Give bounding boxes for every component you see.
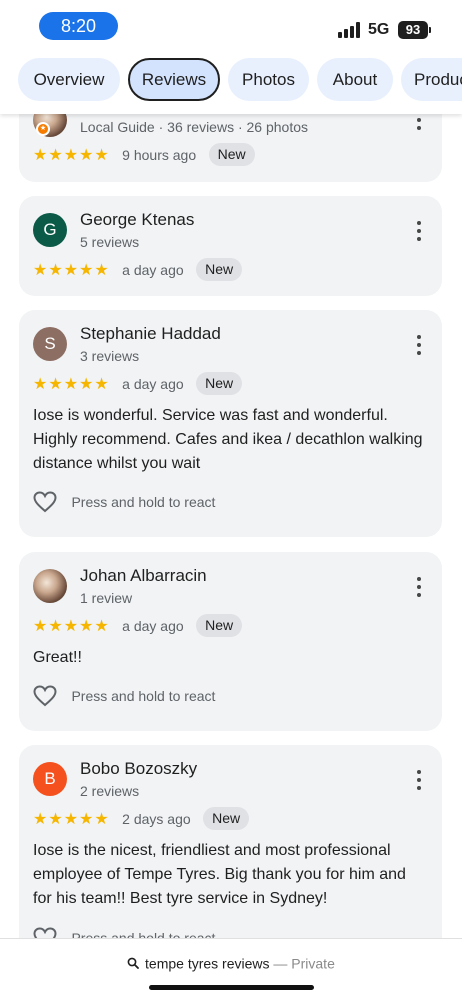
rating-row: ★★★★★ a day ago New: [33, 372, 243, 396]
private-mode-label: Private: [291, 955, 335, 972]
review-time: a day ago: [122, 617, 184, 634]
reviewer-name[interactable]: Bobo Bozoszky: [80, 759, 197, 779]
tab-products[interactable]: Products: [401, 58, 462, 101]
avatar[interactable]: [33, 569, 67, 603]
tab-photos[interactable]: Photos: [228, 58, 309, 101]
url-row[interactable]: tempe tyres reviews — Private: [0, 954, 462, 971]
search-query: tempe tyres reviews: [145, 955, 270, 972]
review-card: Johan Albarracin 1 review ★★★★★ a day ag…: [19, 552, 442, 731]
review-card: S Stephanie Haddad 3 reviews ★★★★★ a day…: [19, 310, 442, 537]
reviews-list: Local Guide · 36 reviews · 26 photos ★★★…: [0, 0, 462, 1000]
tab-overview[interactable]: Overview: [18, 58, 120, 101]
tab-reviews[interactable]: Reviews: [128, 58, 220, 101]
local-guide-badge-icon: ★: [36, 122, 50, 136]
more-vert-icon[interactable]: [416, 770, 422, 790]
reviewer-name[interactable]: George Ktenas: [80, 210, 194, 230]
review-time: a day ago: [122, 375, 184, 392]
new-badge: New: [208, 143, 255, 166]
new-badge: New: [196, 372, 243, 395]
react-button[interactable]: Press and hold to react: [33, 491, 215, 515]
signal-bars-icon: [338, 22, 362, 38]
star-rating: ★★★★★: [33, 617, 110, 635]
review-time: a day ago: [122, 261, 184, 278]
address-bar[interactable]: tempe tyres reviews — Private: [0, 938, 462, 1000]
heart-outline-icon: [33, 491, 57, 513]
star-rating: ★★★★★: [33, 261, 110, 279]
avatar[interactable]: S: [33, 327, 67, 361]
home-indicator[interactable]: [149, 985, 314, 990]
star-rating: ★★★★★: [33, 810, 110, 828]
reviewer-meta: 1 review: [80, 590, 133, 606]
status-bar: 8:20 5G 93: [0, 0, 462, 52]
url-separator: —: [273, 955, 292, 972]
status-time[interactable]: 8:20: [39, 12, 118, 40]
review-text: Iose is the nicest, friendliest and most…: [33, 842, 406, 907]
reviewer-meta: Local Guide · 36 reviews · 26 photos: [80, 119, 309, 135]
reviewer-meta: 5 reviews: [80, 234, 140, 250]
rating-row: ★★★★★ 2 days ago New: [33, 807, 250, 831]
review-card: G George Ktenas 5 reviews ★★★★★ a day ag…: [19, 196, 442, 296]
reviewer-name[interactable]: Stephanie Haddad: [80, 324, 221, 344]
react-label: Press and hold to react: [71, 494, 216, 510]
network-label: 5G: [368, 21, 390, 38]
review-text: Iose is wonderful. Service was fast and …: [33, 407, 423, 472]
star-rating: ★★★★★: [33, 146, 110, 164]
review-text: Great!!: [33, 649, 82, 666]
battery-icon: 93: [398, 21, 428, 39]
battery-cap: [429, 27, 431, 33]
reviewer-meta: 3 reviews: [80, 348, 140, 364]
tab-about[interactable]: About: [317, 58, 393, 101]
search-icon: [127, 957, 140, 970]
review-time: 9 hours ago: [122, 146, 197, 163]
reviewer-name[interactable]: Johan Albarracin: [80, 566, 207, 586]
heart-outline-icon: [33, 685, 57, 707]
new-badge: New: [203, 807, 250, 830]
rating-row: ★★★★★ a day ago New: [33, 614, 243, 638]
avatar[interactable]: B: [33, 762, 67, 796]
more-vert-icon[interactable]: [416, 221, 422, 241]
more-vert-icon[interactable]: [416, 577, 422, 597]
react-button[interactable]: Press and hold to react: [33, 685, 215, 709]
new-badge: New: [196, 614, 243, 637]
review-time: 2 days ago: [122, 810, 191, 827]
react-label: Press and hold to react: [71, 688, 216, 704]
star-rating: ★★★★★: [33, 375, 110, 393]
avatar[interactable]: G: [33, 213, 67, 247]
new-badge: New: [196, 258, 243, 281]
more-vert-icon[interactable]: [416, 335, 422, 355]
rating-row: ★★★★★ 9 hours ago New: [33, 143, 255, 167]
rating-row: ★★★★★ a day ago New: [33, 258, 243, 282]
reviewer-meta: 2 reviews: [80, 783, 140, 799]
tabs-bar: Overview Reviews Photos About Products: [0, 52, 462, 114]
